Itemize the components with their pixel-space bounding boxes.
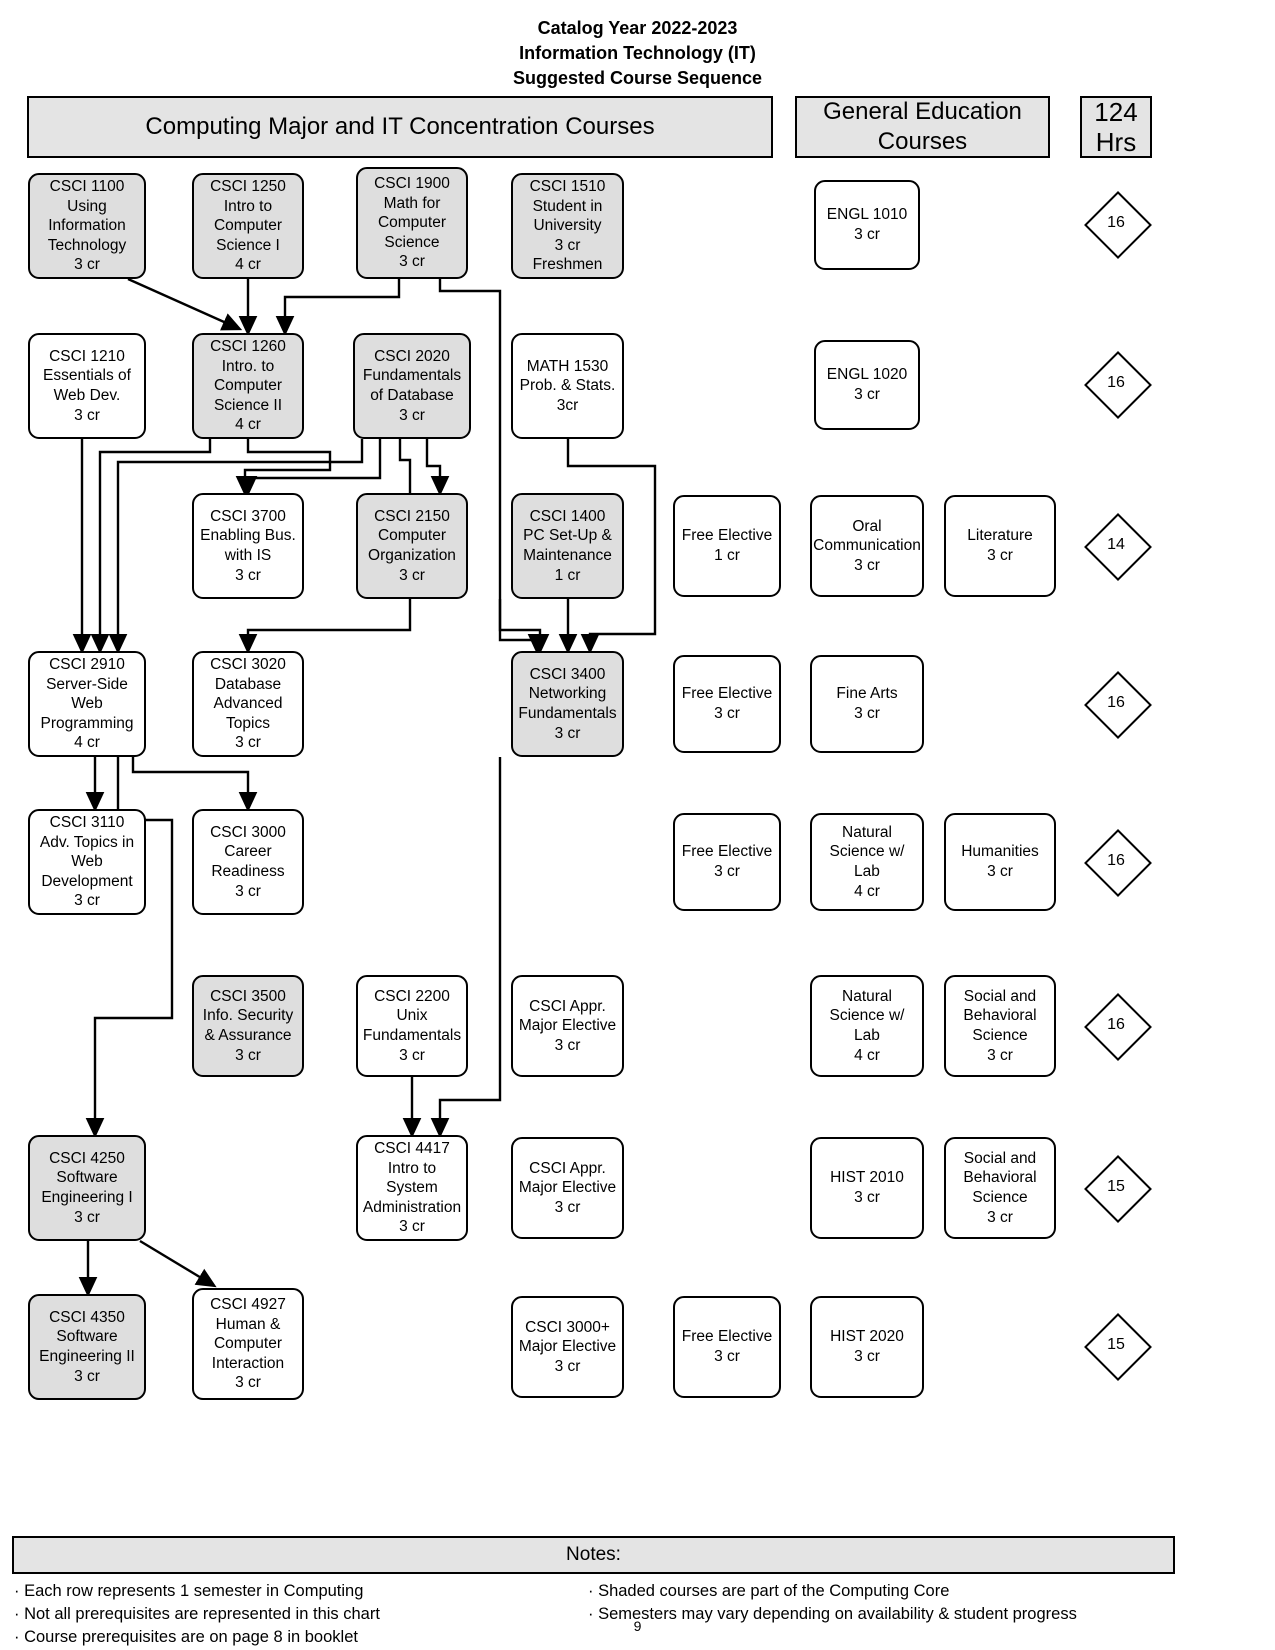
course-box-label: CSCI 2150 Computer Organization 3 cr	[368, 507, 456, 584]
course-box-label: Humanities 3 cr	[961, 843, 1039, 880]
course-box-label: CSCI 3500 Info. Security & Assurance 3 c…	[202, 987, 294, 1064]
course-box-label: CSCI 4350 Software Engineering II 3 cr	[39, 1308, 135, 1385]
course-box-csci1250: CSCI 1250 Intro to Computer Science I 4 …	[192, 173, 304, 279]
course-box-hist2020: HIST 2020 3 cr	[810, 1296, 924, 1398]
diamond-value: 16	[1107, 852, 1125, 869]
flowchart-page: Catalog Year 2022-2023 Information Techn…	[0, 0, 1275, 1650]
semester-hours-diamond-hrs5: 16	[1082, 827, 1152, 897]
course-box-label: CSCI 2020 Fundamentals of Database 3 cr	[362, 347, 462, 424]
course-box-majorel1: CSCI Appr. Major Elective 3 cr	[511, 975, 624, 1077]
course-box-engl1010: ENGL 1010 3 cr	[814, 180, 920, 270]
course-box-csci1210: CSCI 1210 Essentials of Web Dev. 3 cr	[28, 333, 146, 439]
course-box-finearts: Fine Arts 3 cr	[810, 655, 924, 753]
course-box-label: CSCI 2910 Server-Side Web Programming 4 …	[40, 656, 134, 752]
course-box-label: CSCI 4417 Intro to System Administration…	[362, 1140, 462, 1236]
course-box-label: ENGL 1010 3 cr	[826, 206, 908, 243]
course-box-label: CSCI 1250 Intro to Computer Science I 4 …	[210, 178, 286, 274]
course-box-math1530: MATH 1530 Prob. & Stats. 3cr	[511, 333, 624, 439]
course-box-label: Free Elective 3 cr	[681, 843, 773, 880]
course-box-label: Social and Behavioral Science 3 cr	[963, 1149, 1037, 1226]
course-box-label: ENGL 1020 3 cr	[826, 366, 908, 403]
diamond-value: 15	[1107, 1178, 1125, 1195]
course-box-csci3020: CSCI 3020 Database Advanced Topics 3 cr	[192, 651, 304, 757]
course-box-free4: Free Elective 3 cr	[673, 1296, 781, 1398]
course-box-socbeh2: Social and Behavioral Science 3 cr	[944, 1137, 1056, 1239]
course-box-label: HIST 2020 3 cr	[830, 1328, 904, 1365]
course-box-csci1900: CSCI 1900 Math for Computer Science 3 cr	[356, 167, 468, 279]
course-box-engl1020: ENGL 1020 3 cr	[814, 340, 920, 430]
course-box-csci2150: CSCI 2150 Computer Organization 3 cr	[356, 493, 468, 599]
course-box-label: CSCI 3000 Career Readiness 3 cr	[210, 823, 286, 900]
course-box-label: Fine Arts 3 cr	[836, 685, 898, 722]
course-box-csci3700: CSCI 3700 Enabling Bus. with IS 3 cr	[192, 493, 304, 599]
course-box-csci1100: CSCI 1100 Using Information Technology 3…	[28, 173, 146, 279]
course-box-label: CSCI 1510 Student in University 3 cr Fre…	[529, 178, 606, 274]
course-box-label: Natural Science w/ Lab 4 cr	[829, 823, 905, 900]
course-box-natsci2: Natural Science w/ Lab 4 cr	[810, 975, 924, 1077]
course-box-majorel2: CSCI Appr. Major Elective 3 cr	[511, 1137, 624, 1239]
course-box-literature: Literature 3 cr	[944, 495, 1056, 597]
semester-hours-diamond-hrs7: 15	[1082, 1153, 1152, 1223]
course-box-natsci1: Natural Science w/ Lab 4 cr	[810, 813, 924, 911]
course-box-label: Free Elective 3 cr	[681, 1328, 773, 1365]
course-box-label: CSCI 2200 Unix Fundamentals 3 cr	[362, 987, 462, 1064]
course-box-label: CSCI 3400 Networking Fundamentals 3 cr	[518, 665, 617, 742]
course-box-label: CSCI 1400 PC Set-Up & Maintenance 1 cr	[523, 507, 612, 584]
course-box-label: CSCI Appr. Major Elective 3 cr	[518, 997, 617, 1054]
course-box-csci2910: CSCI 2910 Server-Side Web Programming 4 …	[28, 651, 146, 757]
semester-hours-diamond-hrs8: 15	[1082, 1311, 1152, 1381]
course-box-label: MATH 1530 Prob. & Stats. 3cr	[519, 357, 616, 414]
semester-hours-diamond-hrs6: 16	[1082, 991, 1152, 1061]
course-box-csci4250: CSCI 4250 Software Engineering I 3 cr	[28, 1135, 146, 1241]
course-box-free2: Free Elective 3 cr	[673, 655, 781, 753]
course-box-csci3000: CSCI 3000 Career Readiness 3 cr	[192, 809, 304, 915]
semester-hours-diamond-hrs2: 16	[1082, 349, 1152, 419]
course-box-oral: Oral Communication 3 cr	[810, 495, 924, 597]
course-box-humanities: Humanities 3 cr	[944, 813, 1056, 911]
course-box-free1: Free Elective 1 cr	[673, 495, 781, 597]
diamond-value: 16	[1107, 1016, 1125, 1033]
course-box-label: Social and Behavioral Science 3 cr	[963, 987, 1037, 1064]
diamond-value: 15	[1107, 1336, 1125, 1353]
semester-hours-diamond-hrs4: 16	[1082, 669, 1152, 739]
course-box-label: CSCI 4927 Human & Computer Interaction 3…	[210, 1296, 286, 1392]
course-box-label: CSCI 4250 Software Engineering I 3 cr	[41, 1149, 133, 1226]
course-box-csci4927: CSCI 4927 Human & Computer Interaction 3…	[192, 1288, 304, 1400]
course-box-label: Free Elective 3 cr	[681, 685, 773, 722]
course-box-label: CSCI 3110 Adv. Topics in Web Development…	[39, 814, 135, 910]
course-box-label: CSCI 1210 Essentials of Web Dev. 3 cr	[43, 347, 131, 424]
course-box-label: Natural Science w/ Lab 4 cr	[829, 987, 905, 1064]
course-box-csci3110: CSCI 3110 Adv. Topics in Web Development…	[28, 809, 146, 915]
diamond-value: 16	[1107, 694, 1125, 711]
course-box-csci1510: CSCI 1510 Student in University 3 cr Fre…	[511, 173, 624, 279]
course-box-csci3500: CSCI 3500 Info. Security & Assurance 3 c…	[192, 975, 304, 1077]
course-box-label: HIST 2010 3 cr	[830, 1169, 904, 1206]
course-box-label: CSCI 1100 Using Information Technology 3…	[47, 178, 127, 274]
course-box-csci1260: CSCI 1260 Intro. to Computer Science II …	[192, 333, 304, 439]
course-box-csci2200: CSCI 2200 Unix Fundamentals 3 cr	[356, 975, 468, 1077]
course-box-label: CSCI 3000+ Major Elective 3 cr	[518, 1318, 617, 1375]
diamond-value: 14	[1107, 536, 1125, 553]
diamond-value: 16	[1107, 214, 1125, 231]
course-box-label: CSCI 3020 Database Advanced Topics 3 cr	[210, 656, 286, 752]
course-box-label: Oral Communication 3 cr	[813, 517, 921, 574]
course-box-socbeh1: Social and Behavioral Science 3 cr	[944, 975, 1056, 1077]
course-box-label: CSCI Appr. Major Elective 3 cr	[518, 1159, 617, 1216]
course-box-hist2010: HIST 2010 3 cr	[810, 1137, 924, 1239]
course-box-csci1400: CSCI 1400 PC Set-Up & Maintenance 1 cr	[511, 493, 624, 599]
course-box-csci3400: CSCI 3400 Networking Fundamentals 3 cr	[511, 651, 624, 757]
course-box-label: CSCI 1900 Math for Computer Science 3 cr	[374, 175, 450, 271]
semester-hours-diamond-hrs1: 16	[1082, 189, 1152, 259]
semester-hours-diamond-hrs3: 14	[1082, 511, 1152, 581]
course-box-majorel3: CSCI 3000+ Major Elective 3 cr	[511, 1296, 624, 1398]
course-box-free3: Free Elective 3 cr	[673, 813, 781, 911]
diamond-value: 16	[1107, 374, 1125, 391]
course-box-label: CSCI 3700 Enabling Bus. with IS 3 cr	[200, 507, 296, 584]
course-box-csci2020: CSCI 2020 Fundamentals of Database 3 cr	[353, 333, 471, 439]
course-box-label: Free Elective 1 cr	[681, 527, 773, 564]
course-box-label: Literature 3 cr	[967, 527, 1033, 564]
course-box-csci4417: CSCI 4417 Intro to System Administration…	[356, 1135, 468, 1241]
course-box-label: CSCI 1260 Intro. to Computer Science II …	[210, 338, 286, 434]
course-box-csci4350: CSCI 4350 Software Engineering II 3 cr	[28, 1294, 146, 1400]
